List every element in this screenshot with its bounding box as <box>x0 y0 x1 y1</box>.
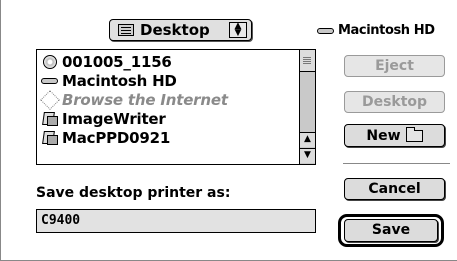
file-list[interactable]: 001005_1156 Macintosh HD Browse the Inte… <box>36 49 316 165</box>
printer-icon <box>41 130 58 146</box>
volume-label: Macintosh HD <box>317 23 435 38</box>
save-prompt-label: Save desktop printer as: <box>36 185 231 201</box>
volume-name: Macintosh HD <box>338 23 435 38</box>
eject-button[interactable]: Eject <box>344 55 445 77</box>
desktop-icon <box>118 24 134 36</box>
list-item[interactable]: MacPPD0921 <box>37 128 299 147</box>
new-button-label: New <box>366 127 401 144</box>
list-item[interactable]: Macintosh HD <box>37 71 299 90</box>
printer-icon <box>41 111 58 127</box>
list-item[interactable]: 001005_1156 <box>37 52 299 71</box>
hard-drive-icon <box>41 73 58 89</box>
scroll-down-arrow-icon[interactable]: ▼ <box>300 148 315 163</box>
cd-icon <box>41 54 58 70</box>
scroll-thumb[interactable] <box>300 50 315 72</box>
list-item-label: MacPPD0921 <box>62 128 171 147</box>
list-scrollbar[interactable]: ▲ ▼ <box>299 50 315 164</box>
list-item[interactable]: ImageWriter <box>37 109 299 128</box>
button-divider <box>343 163 450 164</box>
hard-drive-icon <box>317 27 334 34</box>
list-item: Browse the Internet <box>37 89 299 110</box>
new-folder-button[interactable]: New <box>344 124 445 147</box>
list-item-label: Browse the Internet <box>62 90 228 109</box>
folder-icon <box>405 126 423 142</box>
list-item-label: Macintosh HD <box>62 71 177 90</box>
desktop-button[interactable]: Desktop <box>344 91 445 113</box>
save-dialog: Desktop ▲ ▼ Macintosh HD 001005_1156 Maci… <box>0 0 457 261</box>
location-popup[interactable]: Desktop ▲ ▼ <box>109 19 252 41</box>
internet-icon <box>39 89 60 110</box>
location-popup-label: Desktop <box>140 21 210 39</box>
printer-name-field[interactable]: C9400 <box>36 209 316 233</box>
list-item-label: 001005_1156 <box>62 52 172 71</box>
updown-arrows-icon: ▲ ▼ <box>229 22 247 38</box>
save-button[interactable]: Save <box>344 219 438 242</box>
cancel-button[interactable]: Cancel <box>344 178 445 200</box>
list-item-label: ImageWriter <box>62 109 166 128</box>
scroll-up-arrow-icon[interactable]: ▲ <box>300 132 315 147</box>
